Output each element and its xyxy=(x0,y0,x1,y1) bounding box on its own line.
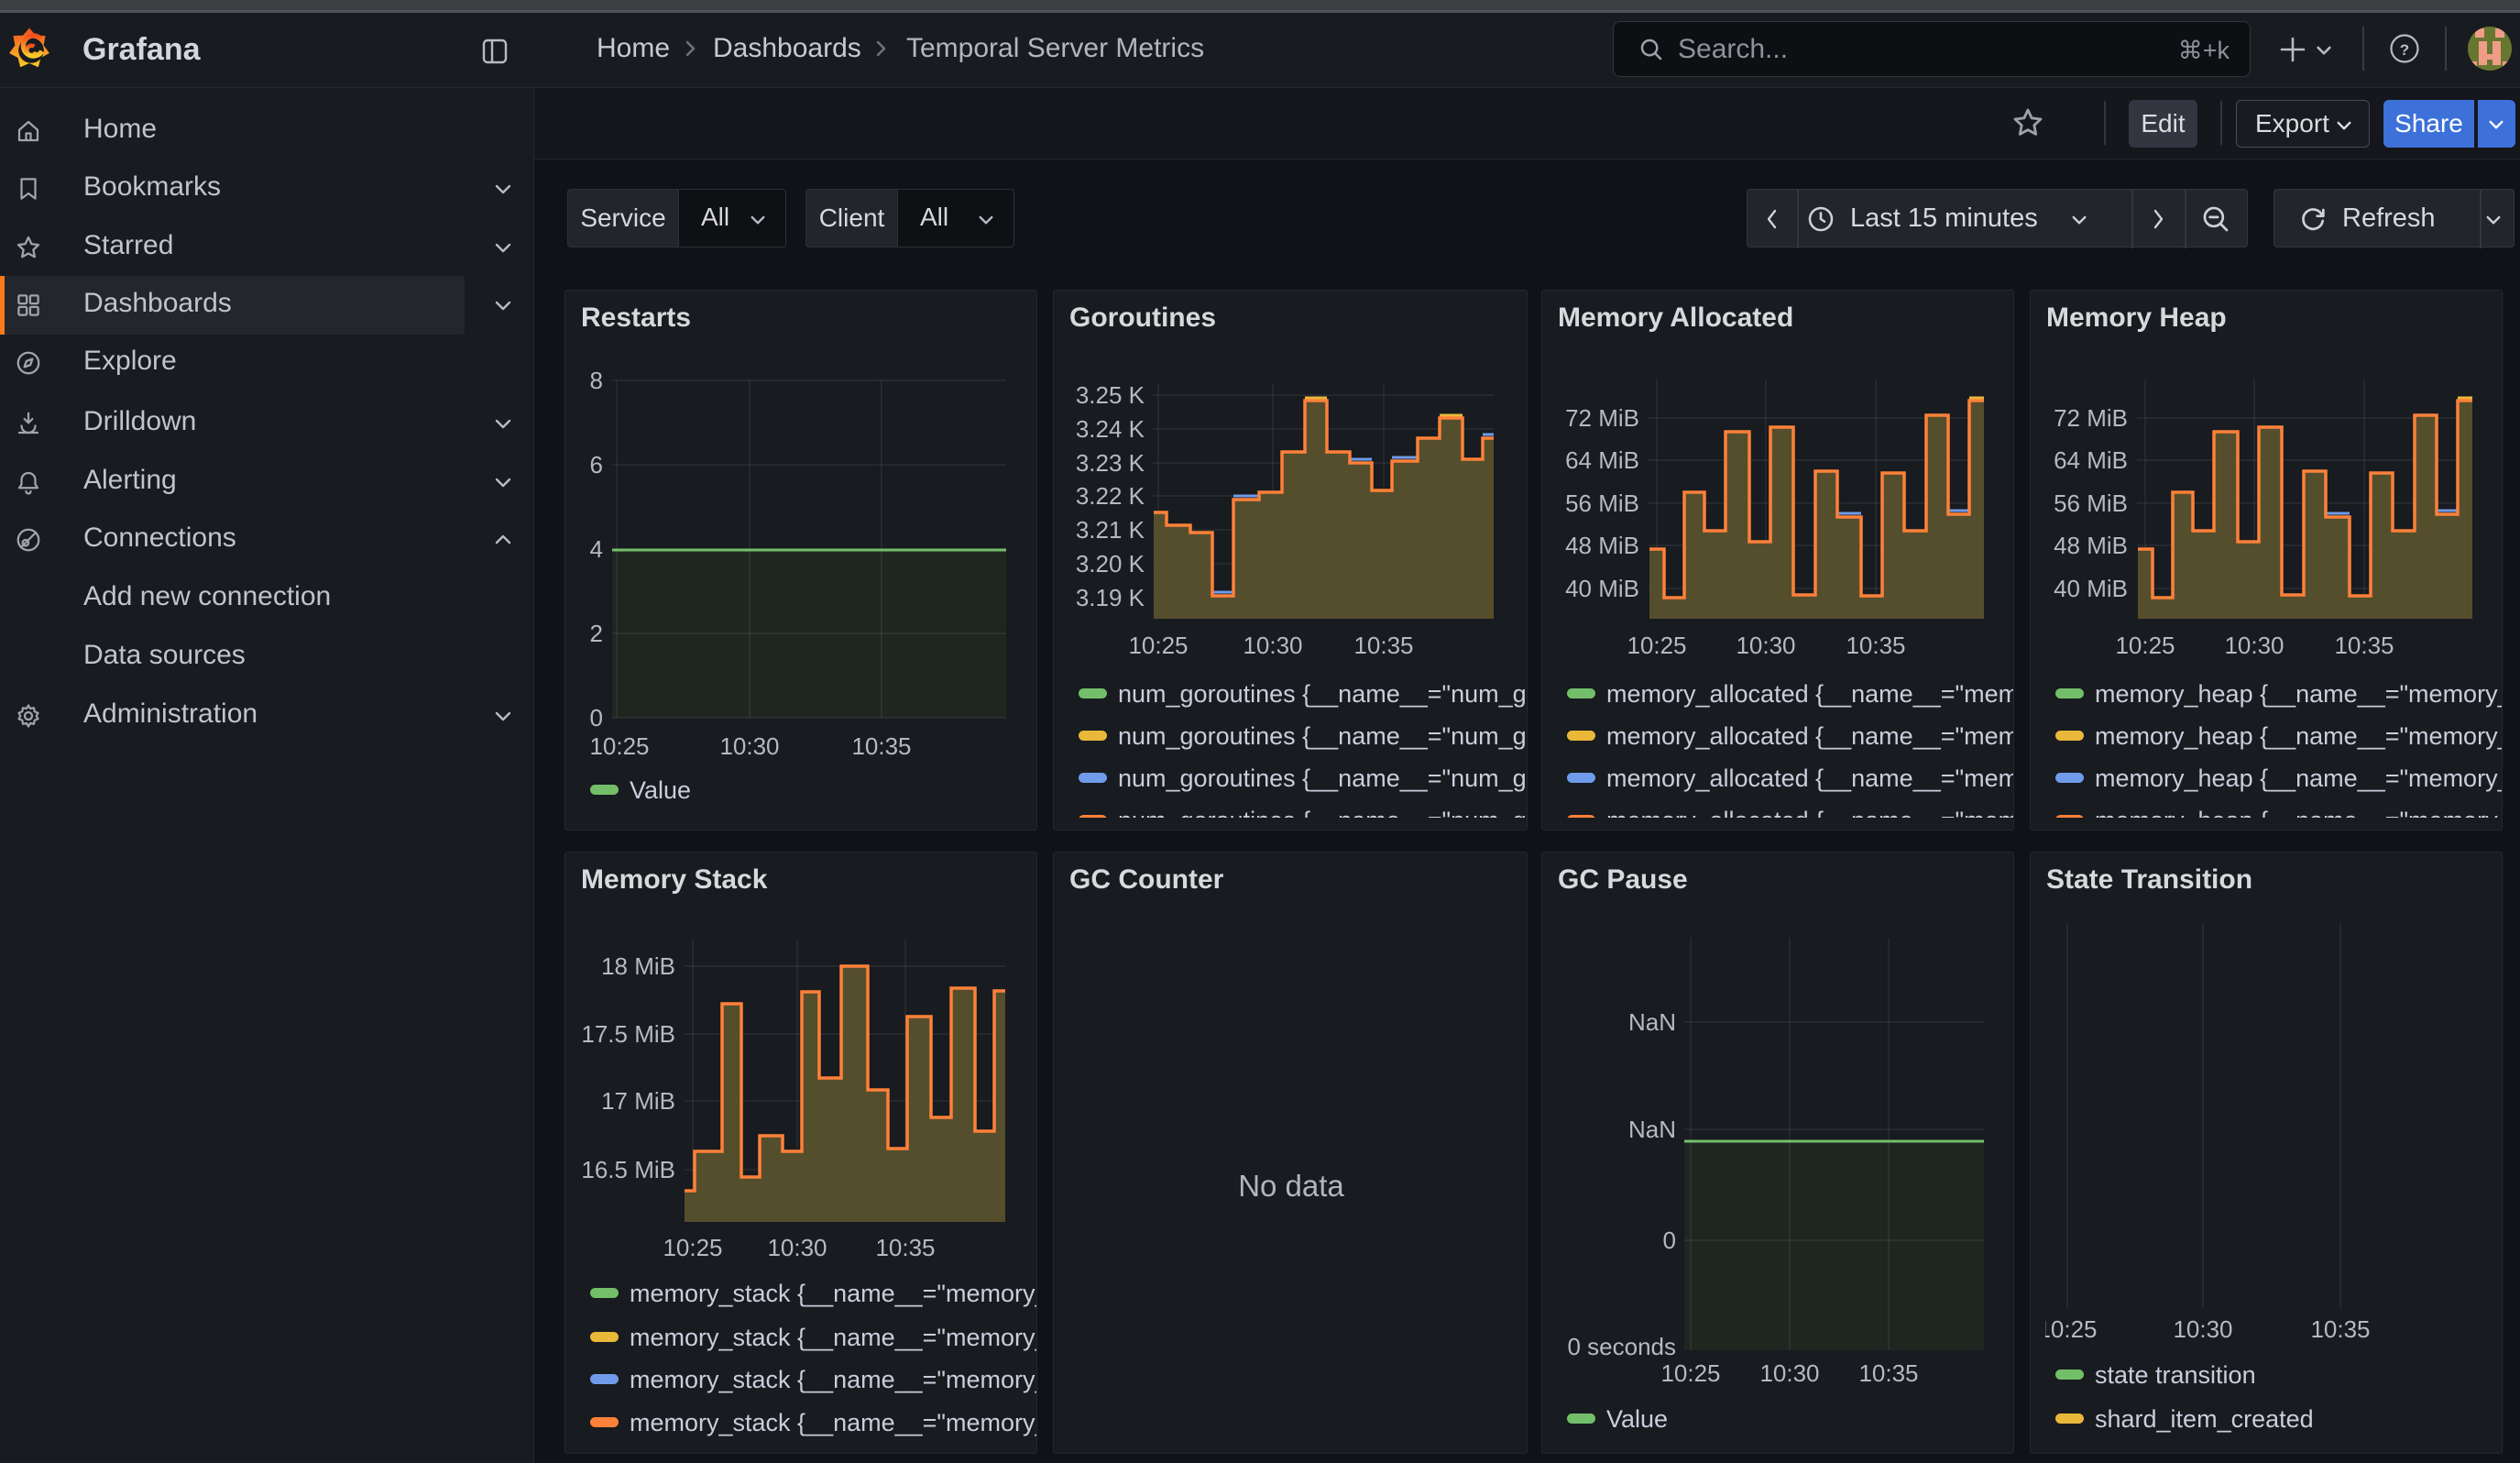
svg-text:10:30: 10:30 xyxy=(1759,1359,1819,1387)
svg-text:10:25: 10:25 xyxy=(589,732,649,760)
svg-text:10:30: 10:30 xyxy=(2173,1315,2232,1343)
svg-text:0: 0 xyxy=(590,704,603,732)
svg-text:10:35: 10:35 xyxy=(851,732,911,760)
svg-text:10:35: 10:35 xyxy=(875,1234,935,1261)
svg-text:16.5 MiB: 16.5 MiB xyxy=(581,1156,675,1183)
svg-text:10:25: 10:25 xyxy=(663,1234,722,1261)
svg-text:NaN: NaN xyxy=(1628,1008,1676,1036)
svg-text:NaN: NaN xyxy=(1628,1116,1676,1143)
svg-text:10:30: 10:30 xyxy=(719,732,779,760)
svg-text:?: ? xyxy=(2400,41,2409,59)
svg-text:2: 2 xyxy=(590,620,603,647)
svg-text:4: 4 xyxy=(590,535,603,563)
svg-text:10:25: 10:25 xyxy=(1660,1359,1720,1387)
svg-text:10:30: 10:30 xyxy=(767,1234,827,1261)
svg-text:17 MiB: 17 MiB xyxy=(601,1087,675,1115)
svg-text:10:25: 10:25 xyxy=(2045,1315,2098,1343)
svg-text:10:35: 10:35 xyxy=(2310,1315,2370,1343)
svg-text:10:35: 10:35 xyxy=(1858,1359,1918,1387)
svg-text:17.5 MiB: 17.5 MiB xyxy=(581,1020,675,1048)
svg-text:6: 6 xyxy=(590,451,603,478)
svg-text:8: 8 xyxy=(590,367,603,394)
svg-text:18 MiB: 18 MiB xyxy=(601,952,675,980)
svg-text:0: 0 xyxy=(1663,1226,1676,1254)
svg-text:0 seconds: 0 seconds xyxy=(1567,1333,1676,1360)
